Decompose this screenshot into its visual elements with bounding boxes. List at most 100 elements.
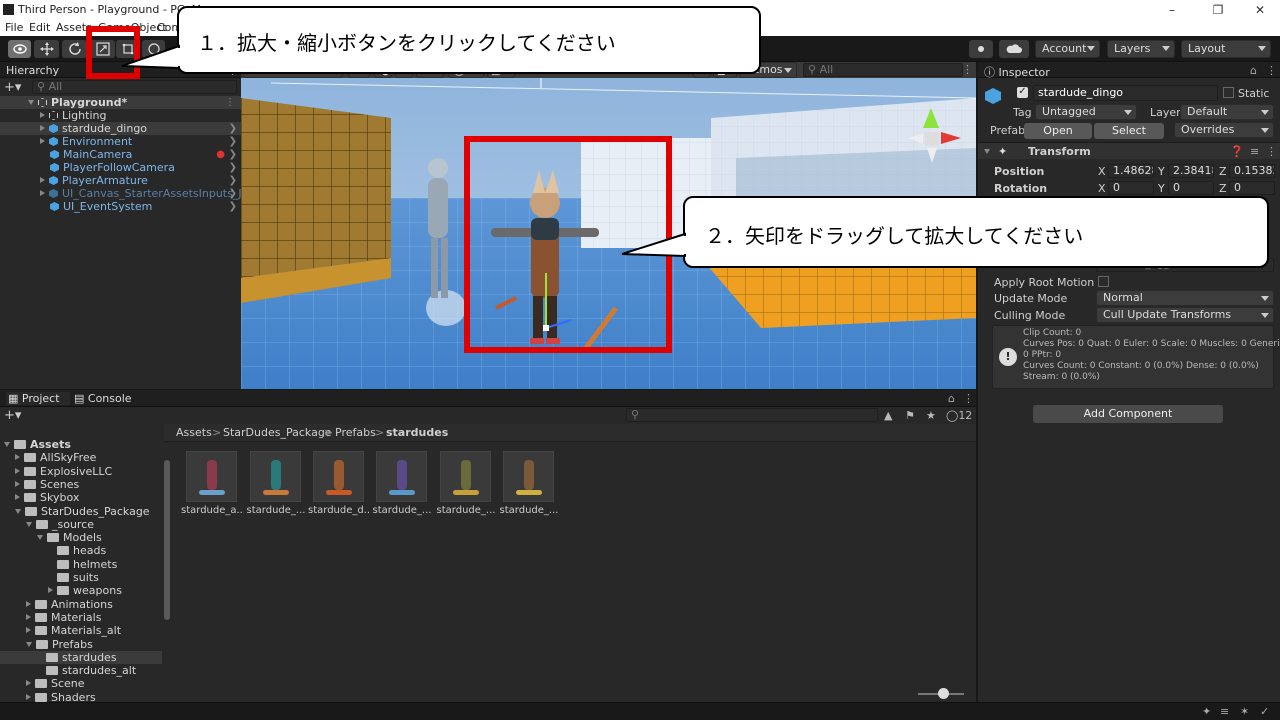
help-icon[interactable]: ❓	[1230, 145, 1244, 158]
asset-thumbnail[interactable]	[250, 451, 301, 502]
asset-thumbnail[interactable]	[440, 451, 491, 502]
cloud-button[interactable]	[999, 40, 1029, 58]
asset-thumbnail[interactable]	[503, 451, 554, 502]
chevron-right-icon[interactable]: ❯	[229, 188, 237, 199]
project-tree-item[interactable]: Shaders	[0, 691, 162, 702]
expand-down-icon[interactable]	[37, 535, 43, 541]
snap-settings-button[interactable]	[969, 40, 993, 58]
bug-icon[interactable]: ✶	[1240, 705, 1249, 718]
asset-thumbnail[interactable]	[186, 451, 237, 502]
move-tool-button[interactable]	[34, 40, 59, 58]
asset-name[interactable]: stardude_...	[498, 505, 560, 516]
chevron-right-icon[interactable]: ❯	[229, 123, 237, 134]
project-tree-item[interactable]: StarDudes_Package	[0, 505, 162, 518]
project-search-input[interactable]: ⚲	[626, 408, 878, 422]
expand-right-icon[interactable]	[26, 613, 31, 620]
layer-dropdown[interactable]: Default	[1180, 104, 1274, 120]
expand-right-icon[interactable]	[26, 600, 31, 607]
filter-type-icon[interactable]: ▲	[884, 409, 892, 422]
hierarchy-item-stardude-dingo[interactable]: stardude_dingo ❯	[0, 122, 241, 135]
prefab-open-button[interactable]: Open	[1024, 123, 1092, 139]
project-tree-item[interactable]: Animations	[0, 598, 162, 611]
hierarchy-root-scene[interactable]: Playground* ⋮	[0, 96, 241, 109]
create-asset-button[interactable]: +▾	[4, 408, 21, 423]
project-tree-item[interactable]: Scenes	[0, 478, 162, 491]
add-object-button[interactable]: +▾	[4, 80, 21, 95]
project-tree-item[interactable]: Assets	[0, 438, 162, 451]
project-tree-item[interactable]: Prefabs	[0, 638, 162, 651]
breadcrumb-item[interactable]: Assets	[176, 426, 212, 439]
expand-right-icon[interactable]	[48, 587, 53, 594]
lock-icon[interactable]: ⌂	[948, 392, 955, 405]
expand-right-icon[interactable]	[15, 454, 20, 461]
prefab-select-button[interactable]: Select	[1094, 123, 1164, 139]
hierarchy-item-playerfollowcamera[interactable]: PlayerFollowCamera ❯	[0, 161, 241, 174]
rotate-tool-button[interactable]	[62, 40, 87, 58]
hierarchy-item-environment[interactable]: Environment ❯	[0, 135, 241, 148]
minimize-button[interactable]: –	[1152, 0, 1192, 20]
pos-x-field[interactable]: 1.48628:	[1108, 164, 1154, 178]
expand-right-icon[interactable]	[15, 467, 20, 474]
layers-dropdown[interactable]: Layers	[1107, 40, 1175, 58]
breadcrumb-item[interactable]: StarDudes_Package	[223, 426, 332, 439]
tab-console[interactable]: ▤ Console	[74, 392, 132, 405]
rot-x-field[interactable]: 0	[1108, 181, 1154, 195]
favorite-star-icon[interactable]: ★	[926, 409, 936, 422]
apply-root-motion-checkbox[interactable]	[1098, 276, 1109, 287]
chevron-right-icon[interactable]: ❯	[229, 162, 237, 173]
asset-name[interactable]: stardude_...	[245, 505, 307, 516]
debug-icon[interactable]: ✦	[1202, 705, 1211, 718]
check-icon[interactable]: ✓	[1260, 705, 1269, 718]
project-tree-item[interactable]: stardudes_alt	[0, 664, 162, 677]
scene-menu-icon[interactable]: ⋮	[962, 63, 973, 76]
hidden-packages-icon[interactable]: ◯12	[946, 409, 972, 422]
breadcrumb-item[interactable]: Prefabs	[335, 426, 376, 439]
expand-right-icon[interactable]	[26, 693, 31, 700]
hierarchy-tab[interactable]: Hierarchy	[6, 64, 59, 77]
component-menu-icon[interactable]: ⋮	[1266, 145, 1277, 158]
close-button[interactable]: ✕	[1240, 0, 1280, 20]
project-tree-item[interactable]: Models	[0, 531, 162, 544]
expand-right-icon[interactable]	[26, 680, 31, 687]
project-tree-item[interactable]: Materials_alt	[0, 624, 162, 637]
hierarchy-item-ui-eventsystem[interactable]: UI_EventSystem ❯	[0, 200, 241, 213]
view-tool-button[interactable]	[8, 40, 31, 58]
asset-thumbnail[interactable]	[376, 451, 427, 502]
expand-right-icon[interactable]	[26, 627, 31, 634]
project-tree-item[interactable]: ExplosiveLLC	[0, 465, 162, 478]
active-checkbox[interactable]: ✓	[1017, 87, 1028, 98]
expand-right-icon[interactable]	[15, 480, 20, 487]
hierarchy-item-ui-canvas[interactable]: UI_Canvas_StarterAssetsInputs_Jo ❯	[0, 187, 248, 200]
account-dropdown[interactable]: Account	[1035, 40, 1100, 58]
rot-y-field[interactable]: 0	[1168, 181, 1214, 195]
project-menu-icon[interactable]: ⋮	[963, 392, 974, 405]
asset-name[interactable]: stardude_...	[435, 505, 497, 516]
tab-project[interactable]: ▦ Project	[6, 392, 70, 405]
chevron-right-icon[interactable]: ❯	[229, 136, 237, 147]
chevron-right-icon[interactable]: ❯	[229, 175, 237, 186]
overrides-dropdown[interactable]: Overrides	[1174, 122, 1274, 138]
layers-icon[interactable]: ≡	[1220, 705, 1229, 718]
project-tree-item[interactable]: helmets	[0, 558, 162, 571]
expand-down-icon[interactable]	[4, 442, 10, 447]
chevron-right-icon[interactable]: ❯	[229, 201, 237, 212]
tree-scrollbar[interactable]	[164, 460, 170, 620]
asset-thumbnail[interactable]	[313, 451, 364, 502]
hierarchy-item-maincamera[interactable]: MainCamera ● ❯	[0, 148, 241, 161]
scene-menu-icon[interactable]: ⋮	[225, 97, 235, 108]
menu-file[interactable]: File	[5, 21, 23, 34]
hierarchy-search-input[interactable]: ⚲ All	[32, 80, 237, 94]
tag-dropdown[interactable]: Untagged	[1035, 104, 1137, 120]
add-component-button[interactable]: Add Component	[1033, 405, 1223, 423]
project-tree-item[interactable]: Skybox	[0, 491, 162, 504]
menu-edit[interactable]: Edit	[29, 21, 50, 34]
chevron-right-icon[interactable]: ❯	[229, 149, 237, 160]
rot-z-field[interactable]: 0	[1229, 181, 1275, 195]
asset-name[interactable]: stardude_a...	[181, 505, 243, 516]
project-tree-item[interactable]: Scene	[0, 677, 162, 690]
collapse-icon[interactable]	[984, 149, 990, 154]
project-tree-item[interactable]: weapons	[0, 584, 162, 597]
asset-name[interactable]: stardude_d...	[308, 505, 370, 516]
inspector-tab[interactable]: ⓘ Inspector	[984, 64, 1050, 80]
project-tree-item[interactable]: Materials	[0, 611, 162, 624]
